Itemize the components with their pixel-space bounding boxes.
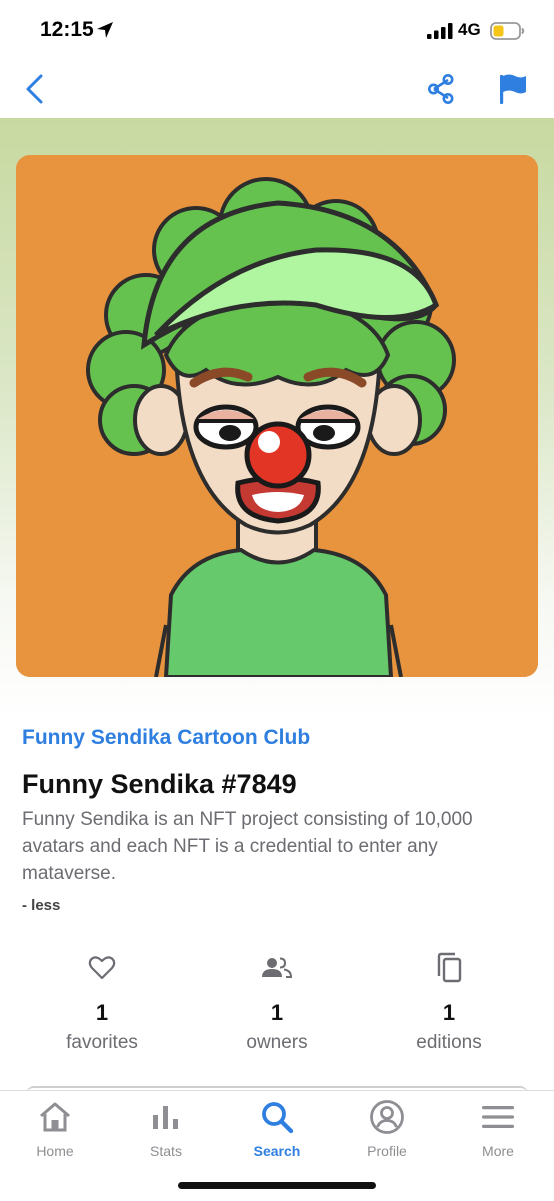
tab-stats[interactable]: Stats [121,1097,211,1159]
tab-more-label: More [482,1143,514,1159]
battery-icon [490,21,526,46]
nft-artwork[interactable] [16,155,538,677]
search-icon [232,1097,322,1137]
chevron-left-icon [26,74,43,104]
nav-bar [0,60,554,118]
nft-description: Funny Sendika is an NFT project consisti… [22,809,473,884]
copy-icon [369,948,529,988]
favorites-count: 1 [95,1000,109,1025]
flag-icon [500,74,526,104]
status-bar: 12:15 4G [0,0,554,60]
back-button[interactable] [22,73,50,105]
home-icon [10,1097,100,1137]
tab-search-label: Search [253,1143,301,1159]
report-flag-button[interactable] [496,72,530,106]
tab-home-label: Home [36,1143,74,1159]
tab-more[interactable]: More [453,1097,543,1159]
tab-search[interactable]: Search [232,1097,322,1159]
tab-stats-label: Stats [150,1143,182,1159]
show-less-toggle[interactable]: - less [22,897,60,914]
profile-icon [342,1097,432,1137]
home-indicator [178,1182,376,1189]
editions-stat[interactable]: 1 editions [369,948,529,1054]
tab-home[interactable]: Home [10,1097,100,1159]
network-type: 4G [458,20,481,39]
owners-stat[interactable]: 1 owners [197,948,357,1054]
tab-profile[interactable]: Profile [342,1097,432,1159]
tab-profile-label: Profile [367,1143,407,1159]
share-button[interactable] [424,72,458,106]
signal-bars-icon [427,23,453,44]
owners-label: owners [246,1032,308,1053]
editions-count: 1 [442,1000,456,1025]
favorites-stat[interactable]: 1 favorites [22,948,182,1054]
clown-avatar-image [16,155,538,677]
editions-label: editions [416,1032,482,1053]
nft-title: Funny Sendika #7849 [22,769,297,799]
location-arrow-icon [96,21,114,44]
status-time: 12:15 [40,18,94,41]
share-icon [428,74,454,104]
collection-link[interactable]: Funny Sendika Cartoon Club [22,726,310,750]
people-icon [197,948,357,988]
bar-chart-icon [121,1097,211,1137]
menu-icon [453,1097,543,1137]
owners-count: 1 [270,1000,284,1025]
heart-icon [22,948,182,988]
favorites-label: favorites [66,1032,138,1053]
